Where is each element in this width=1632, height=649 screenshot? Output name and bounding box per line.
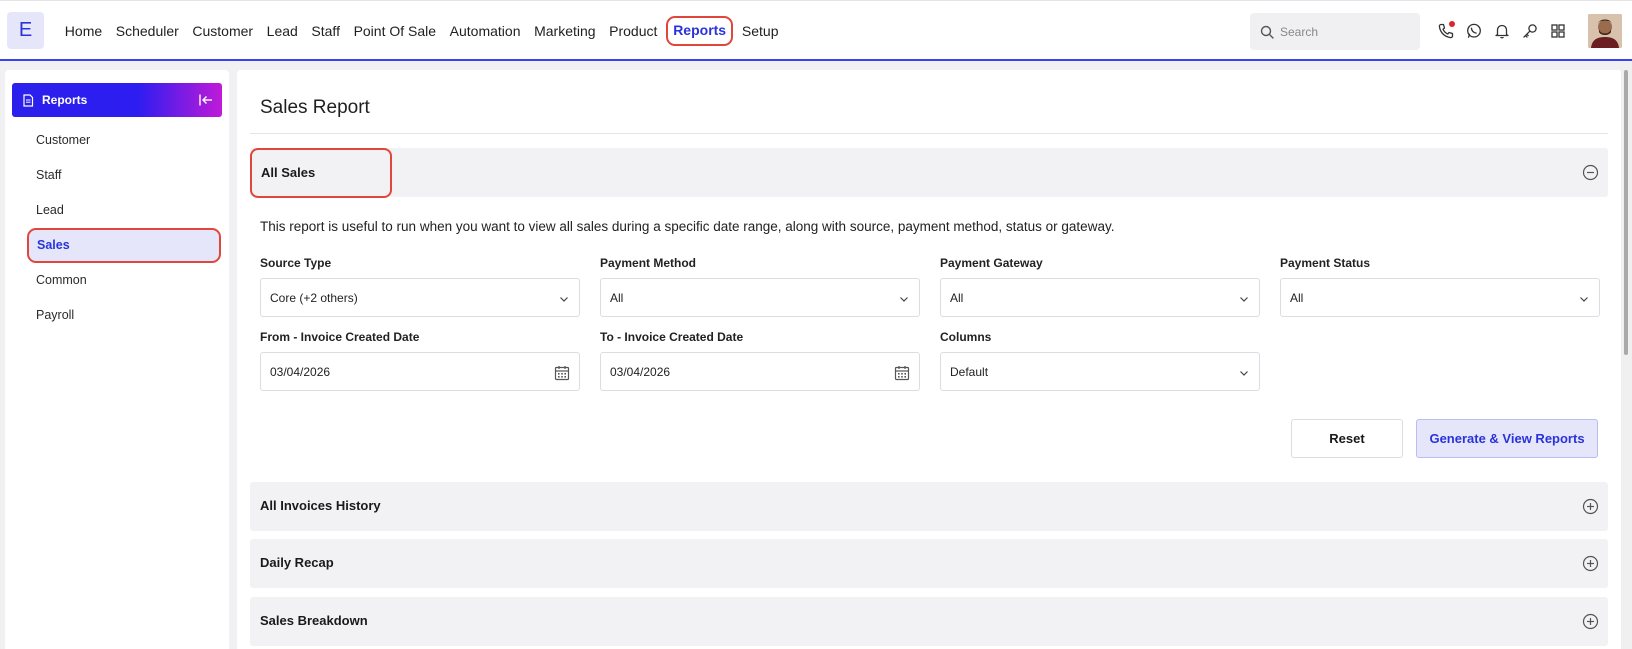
source-type-select[interactable]: Core (+2 others): [260, 278, 580, 317]
columns-select[interactable]: Default: [940, 352, 1260, 391]
reset-button[interactable]: Reset: [1291, 419, 1403, 458]
columns-label: Columns: [940, 330, 992, 344]
nav-reports[interactable]: Reports: [666, 16, 734, 46]
sidebar-item-customer[interactable]: Customer: [5, 123, 229, 158]
payment-status-value: All: [1290, 290, 1304, 305]
report-description: This report is useful to run when you wa…: [260, 219, 1115, 234]
sidebar-item-common[interactable]: Common: [5, 263, 229, 298]
sidebar-item-sales[interactable]: Sales: [27, 228, 221, 263]
payment-gateway-select[interactable]: All: [940, 278, 1260, 317]
to-date-input[interactable]: 03/04/2026: [600, 352, 920, 391]
payment-method-label: Payment Method: [600, 256, 697, 270]
reports-sidebar: Reports Customer Staff Lead Sales Common…: [5, 70, 229, 649]
phone-icon[interactable]: [1432, 18, 1460, 44]
search-input[interactable]: [1280, 24, 1410, 39]
nav-customer[interactable]: Customer: [186, 16, 260, 46]
scrollbar-thumb[interactable]: [1624, 70, 1628, 355]
key-icon[interactable]: [1516, 18, 1544, 44]
expand-plus-icon[interactable]: [1582, 498, 1599, 515]
main-content: Sales Report All Sales This report is us…: [237, 70, 1622, 649]
payment-status-select[interactable]: All: [1280, 278, 1600, 317]
accordion-title-sales-breakdown: Sales Breakdown: [260, 613, 368, 628]
accordion-title-all-sales[interactable]: All Sales: [250, 148, 392, 198]
bell-icon[interactable]: [1488, 18, 1516, 44]
top-navbar: E Home Scheduler Customer Lead Staff Poi…: [0, 0, 1632, 61]
main-nav: Home Scheduler Customer Lead Staff Point…: [58, 13, 785, 49]
app-logo[interactable]: E: [7, 12, 44, 49]
sidebar-item-lead[interactable]: Lead: [5, 193, 229, 228]
nav-automation[interactable]: Automation: [443, 16, 527, 46]
sidebar-header: Reports: [12, 83, 222, 117]
source-type-label: Source Type: [260, 256, 332, 270]
accordion-all-invoices-history[interactable]: All Invoices History: [250, 482, 1608, 531]
from-date-value: 03/04/2026: [270, 364, 331, 379]
expand-plus-icon[interactable]: [1582, 613, 1599, 630]
generate-view-reports-button[interactable]: Generate & View Reports: [1416, 419, 1598, 458]
nav-staff[interactable]: Staff: [305, 16, 347, 46]
chevron-down-icon: [1580, 297, 1588, 302]
payment-gateway-label: Payment Gateway: [940, 256, 1043, 270]
chevron-down-icon: [1240, 371, 1248, 376]
user-avatar[interactable]: [1588, 14, 1622, 48]
title-divider: [250, 133, 1608, 134]
apps-grid-icon[interactable]: [1544, 18, 1572, 44]
nav-point-of-sale[interactable]: Point Of Sale: [347, 16, 443, 46]
nav-home[interactable]: Home: [58, 16, 109, 46]
collapse-sidebar-icon[interactable]: [198, 92, 214, 108]
notification-dot: [1449, 21, 1455, 27]
search-icon: [1260, 25, 1274, 39]
nav-product[interactable]: Product: [602, 16, 664, 46]
chevron-down-icon: [900, 297, 908, 302]
report-document-icon: [23, 93, 34, 107]
payment-gateway-value: All: [950, 290, 964, 305]
accordion-daily-recap[interactable]: Daily Recap: [250, 539, 1608, 588]
payment-method-select[interactable]: All: [600, 278, 920, 317]
sidebar-item-staff[interactable]: Staff: [5, 158, 229, 193]
accordion-title-all-invoices-history: All Invoices History: [260, 498, 381, 513]
nav-setup[interactable]: Setup: [735, 16, 785, 46]
chevron-down-icon: [1240, 297, 1248, 302]
chevron-down-icon: [560, 297, 568, 302]
sidebar-title: Reports: [42, 93, 88, 107]
sidebar-menu: Customer Staff Lead Sales Common Payroll: [5, 123, 229, 333]
source-type-value: Core (+2 others): [270, 290, 358, 305]
payment-method-value: All: [610, 290, 624, 305]
to-date-label: To - Invoice Created Date: [600, 330, 744, 344]
nav-lead[interactable]: Lead: [260, 16, 305, 46]
accordion-sales-breakdown[interactable]: Sales Breakdown: [250, 597, 1608, 646]
collapse-minus-icon[interactable]: [1582, 164, 1599, 181]
header-actions: [1432, 18, 1572, 44]
from-date-input[interactable]: 03/04/2026: [260, 352, 580, 391]
accordion-all-sales[interactable]: All Sales: [250, 148, 1608, 198]
from-date-label: From - Invoice Created Date: [260, 330, 420, 344]
expand-plus-icon[interactable]: [1582, 555, 1599, 572]
nav-marketing[interactable]: Marketing: [527, 16, 602, 46]
search-box[interactable]: [1250, 13, 1420, 50]
calendar-icon[interactable]: [553, 364, 571, 382]
page-title: Sales Report: [260, 97, 370, 118]
whatsapp-icon[interactable]: [1460, 18, 1488, 44]
columns-value: Default: [950, 364, 989, 379]
calendar-icon[interactable]: [893, 364, 911, 382]
to-date-value: 03/04/2026: [610, 364, 671, 379]
sidebar-item-payroll[interactable]: Payroll: [5, 298, 229, 333]
accordion-title-daily-recap: Daily Recap: [260, 555, 334, 570]
nav-scheduler[interactable]: Scheduler: [109, 16, 186, 46]
payment-status-label: Payment Status: [1280, 256, 1371, 270]
